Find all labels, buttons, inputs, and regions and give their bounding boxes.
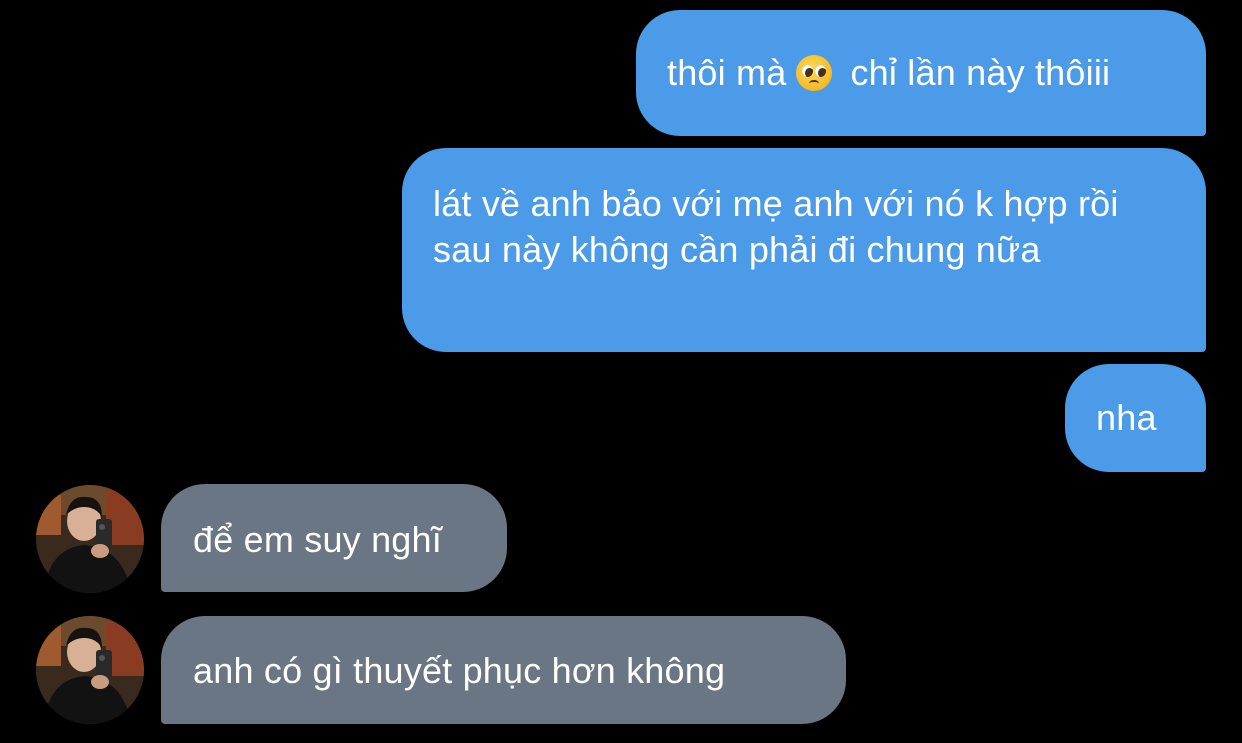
incoming-message-bubble[interactable]: để em suy nghĩ [161, 484, 507, 592]
outgoing-message-bubble[interactable]: lát về anh bảo với mẹ anh với nó k hợp r… [402, 148, 1206, 352]
message-text: lát về anh bảo với mẹ anh với nó k hợp r… [433, 183, 1119, 270]
contact-avatar[interactable] [36, 616, 144, 724]
outgoing-message-bubble[interactable]: thôi mà chỉ lần này thôiii [636, 10, 1206, 136]
outgoing-message-bubble[interactable]: nha [1065, 364, 1206, 472]
message-text: anh có gì thuyết phục hơn không [193, 650, 726, 691]
avatar-photo-icon [36, 485, 144, 593]
incoming-message-bubble[interactable]: anh có gì thuyết phục hơn không [161, 616, 846, 724]
avatar-photo-icon [36, 616, 144, 724]
pleading-face-emoji-icon [796, 55, 833, 91]
message-text: để em suy nghĩ [193, 519, 442, 560]
message-text: chỉ lần này thôiii [850, 52, 1111, 93]
message-text: nha [1096, 397, 1157, 438]
message-text: thôi mà [667, 52, 787, 93]
contact-avatar[interactable] [36, 485, 144, 593]
